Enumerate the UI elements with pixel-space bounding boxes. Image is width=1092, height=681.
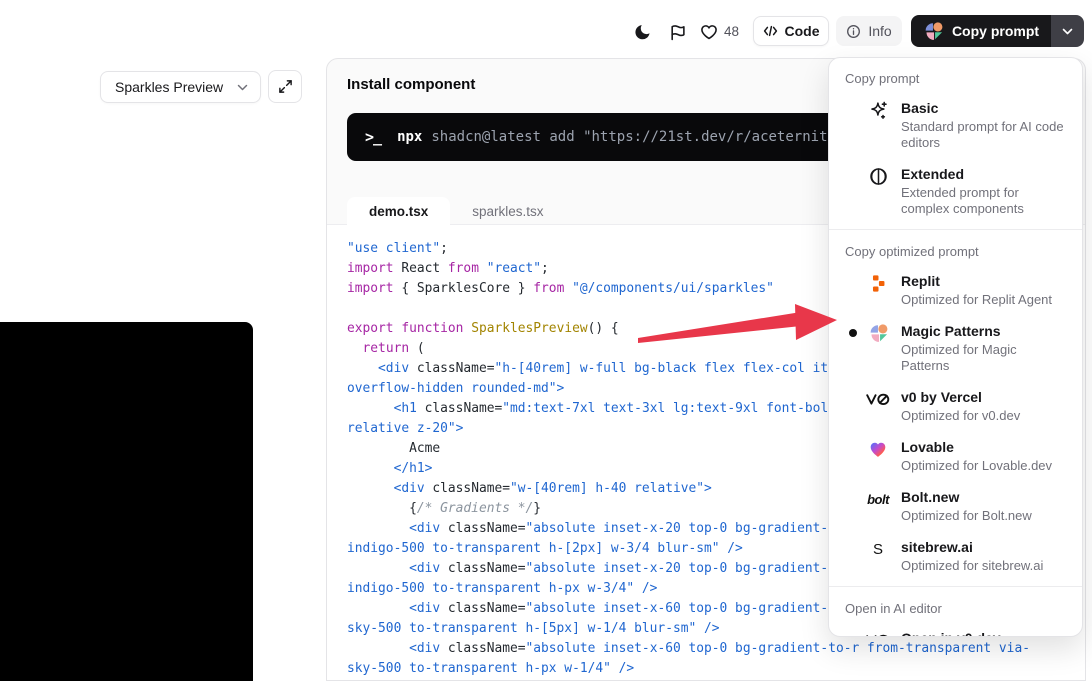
terminal-prompt-icon: >_: [365, 128, 381, 146]
copy-prompt-menu: Copy prompt Basic Standard prompt for AI…: [828, 57, 1083, 637]
expand-icon: [278, 79, 293, 94]
menu-item-title: sitebrew.ai: [901, 538, 1043, 557]
menu-item-title: Basic: [901, 99, 1068, 118]
like-button[interactable]: [697, 20, 721, 44]
menu-item-lovable[interactable]: Lovable Optimized for Lovable.dev: [829, 431, 1082, 481]
code-xml-icon: [763, 24, 778, 38]
menu-item-title: Extended: [901, 165, 1068, 184]
copy-prompt-label: Copy prompt: [952, 23, 1039, 39]
code-line: <div className="absolute inset-x-60 top-…: [347, 639, 1085, 659]
component-preview-canvas: [0, 322, 253, 681]
menu-item-title: v0 by Vercel: [901, 388, 1020, 407]
info-button[interactable]: Info: [836, 16, 902, 46]
menu-divider: [829, 586, 1082, 587]
command-binary: npx: [397, 129, 422, 145]
info-icon: [846, 24, 861, 39]
chevron-down-icon: [1062, 28, 1073, 35]
like-count: 48: [724, 24, 739, 39]
menu-item-open-v0[interactable]: Open in v0.dev Open component in v0.dev: [829, 622, 1082, 637]
file-tabs: demo.tsx sparkles.tsx: [347, 197, 566, 225]
fullscreen-button[interactable]: [268, 70, 302, 103]
magic-patterns-icon: [866, 323, 890, 343]
bolt-icon: bolt: [866, 489, 890, 509]
v0-icon: [866, 630, 890, 637]
panel-title: Install component: [347, 76, 475, 93]
code-line: sky-500 to-transparent h-px w-1/4" />: [347, 659, 1085, 679]
replit-icon: [866, 273, 890, 293]
sparkles-icon: [866, 100, 890, 120]
menu-item-v0[interactable]: v0 by Vercel Optimized for v0.dev: [829, 381, 1082, 431]
code-button[interactable]: Code: [753, 16, 829, 46]
menu-section-label: Copy prompt: [829, 62, 1082, 92]
menu-item-basic[interactable]: Basic Standard prompt for AI code editor…: [829, 92, 1082, 158]
tab-sparkles-tsx[interactable]: sparkles.tsx: [450, 197, 565, 225]
moon-icon: [634, 23, 652, 41]
v0-icon: [866, 389, 890, 409]
menu-item-title: Bolt.new: [901, 488, 1032, 507]
chevron-down-icon: [237, 84, 248, 91]
menu-item-desc: Optimized for Bolt.new: [901, 508, 1032, 524]
info-button-label: Info: [868, 23, 891, 39]
copy-prompt-split-button: Copy prompt: [911, 15, 1084, 47]
component-selector[interactable]: Sparkles Preview: [100, 71, 261, 103]
sitebrew-icon: S: [866, 539, 890, 559]
menu-section-label: Open in AI editor: [829, 592, 1082, 622]
menu-item-desc: Optimized for v0.dev: [901, 408, 1020, 424]
menu-item-title: Magic Patterns: [901, 322, 1068, 341]
menu-item-desc: Optimized for Replit Agent: [901, 292, 1052, 308]
menu-item-desc: Standard prompt for AI code editors: [901, 119, 1068, 151]
menu-item-magic-patterns[interactable]: Magic Patterns Optimized for Magic Patte…: [829, 315, 1082, 381]
brain-icon: [866, 166, 890, 186]
copy-prompt-button[interactable]: Copy prompt: [911, 15, 1051, 47]
heart-icon: [700, 23, 718, 41]
menu-item-title: Lovable: [901, 438, 1052, 457]
menu-section-label: Copy optimized prompt: [829, 235, 1082, 265]
menu-item-sitebrew[interactable]: S sitebrew.ai Optimized for sitebrew.ai: [829, 531, 1082, 581]
lovable-heart-icon: [866, 439, 890, 459]
menu-item-extended[interactable]: Extended Extended prompt for complex com…: [829, 158, 1082, 224]
menu-item-title: Replit: [901, 272, 1052, 291]
magic-patterns-logo-icon: [923, 21, 944, 42]
menu-item-title: Open in v0.dev: [901, 629, 1056, 637]
menu-item-bolt[interactable]: bolt Bolt.new Optimized for Bolt.new: [829, 481, 1082, 531]
theme-toggle-button[interactable]: [631, 20, 655, 44]
copy-prompt-dropdown-toggle[interactable]: [1051, 15, 1084, 47]
menu-item-desc: Optimized for sitebrew.ai: [901, 558, 1043, 574]
menu-item-desc: Extended prompt for complex components: [901, 185, 1068, 217]
menu-divider: [829, 229, 1082, 230]
flag-button[interactable]: [665, 20, 689, 44]
menu-item-desc: Optimized for Lovable.dev: [901, 458, 1052, 474]
code-button-label: Code: [785, 23, 820, 39]
menu-item-replit[interactable]: Replit Optimized for Replit Agent: [829, 265, 1082, 315]
flag-icon: [669, 24, 686, 41]
tab-demo-tsx[interactable]: demo.tsx: [347, 197, 450, 225]
component-selector-label: Sparkles Preview: [115, 79, 223, 95]
selected-indicator-dot: [849, 329, 857, 337]
menu-item-desc: Optimized for Magic Patterns: [901, 342, 1068, 374]
